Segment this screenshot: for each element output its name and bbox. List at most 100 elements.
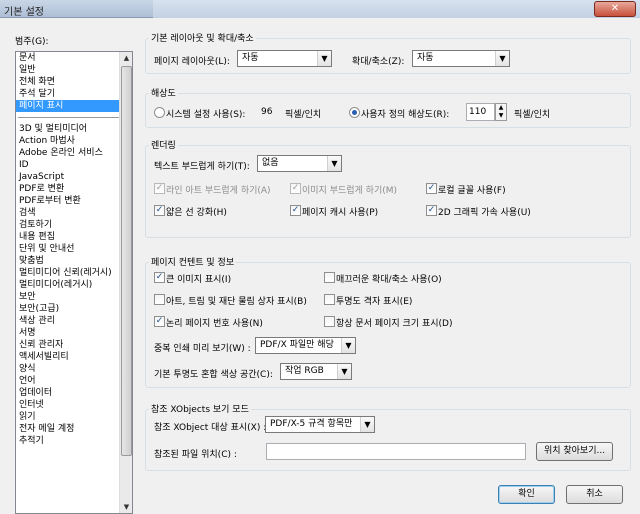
category-group-main: 문서 일반 전체 화면 주석 달기 페이지 표시 bbox=[16, 52, 132, 112]
title-bar-caption-area bbox=[153, 0, 640, 18]
category-item[interactable]: JavaScript bbox=[16, 171, 132, 183]
chevron-down-icon[interactable]: ▼ bbox=[327, 156, 341, 171]
category-item[interactable]: 인터넷 bbox=[16, 399, 132, 411]
file-location-input[interactable] bbox=[266, 443, 526, 460]
xobject-target-label: 참조 XObject 대상 표시(X) : bbox=[154, 423, 267, 433]
category-item[interactable]: PDF로부터 변환 bbox=[16, 195, 132, 207]
resolution-spinner[interactable]: ▲ ▼ bbox=[495, 103, 507, 121]
smooth-text-label: 텍스트 부드럽게 하기(T): bbox=[154, 162, 250, 172]
custom-resolution-radio[interactable] bbox=[349, 107, 360, 118]
page-cache-checkbox[interactable]: ✓ bbox=[290, 205, 301, 216]
smooth-line-art-checkbox[interactable]: ✓ bbox=[154, 183, 165, 194]
category-item[interactable]: 추적기 bbox=[16, 435, 132, 447]
category-item[interactable]: Adobe 온라인 서비스 bbox=[16, 147, 132, 159]
overprint-select[interactable]: PDF/X 파일만 해당 ▼ bbox=[255, 337, 356, 354]
categories-label: 범주(G): bbox=[15, 37, 49, 47]
chevron-down-icon[interactable]: ▼ bbox=[360, 417, 374, 432]
rendering-group-title: 렌더링 bbox=[149, 138, 178, 151]
scroll-down-icon[interactable]: ▼ bbox=[121, 501, 132, 513]
thin-lines-checkbox[interactable]: ✓ bbox=[154, 205, 165, 216]
scroll-up-icon[interactable]: ▲ bbox=[121, 52, 132, 64]
xobjects-group bbox=[145, 409, 631, 471]
smooth-text-select[interactable]: 없음 ▼ bbox=[257, 155, 342, 172]
file-location-label: 참조된 파일 위치(C) : bbox=[154, 450, 237, 460]
art-trim-bleed-checkbox[interactable] bbox=[154, 294, 165, 305]
chevron-down-icon[interactable]: ▼ bbox=[495, 51, 509, 66]
transparency-grid-label: 투명도 격자 표시(E) bbox=[336, 297, 413, 307]
category-item[interactable]: 주석 달기 bbox=[16, 88, 132, 100]
category-item[interactable]: 양식 bbox=[16, 363, 132, 375]
custom-resolution-input[interactable]: 110 bbox=[466, 103, 495, 121]
chevron-down-icon[interactable]: ▼ bbox=[317, 51, 331, 66]
thin-lines-label: 얇은 선 강화(H) bbox=[166, 208, 227, 218]
close-icon[interactable]: ✕ bbox=[594, 1, 636, 17]
category-item[interactable]: 색상 관리 bbox=[16, 315, 132, 327]
chevron-down-icon[interactable]: ▼ bbox=[337, 364, 351, 379]
xobject-target-select[interactable]: PDF/X-5 규격 항목만 ▼ bbox=[265, 416, 375, 433]
category-item[interactable]: 액세서빌리티 bbox=[16, 351, 132, 363]
category-separator bbox=[18, 117, 129, 118]
category-item[interactable]: 멀티미디어 신뢰(레거시) bbox=[16, 267, 132, 279]
zoom-label: 확대/축소(Z): bbox=[352, 57, 405, 67]
category-item[interactable]: 3D 및 멀티미디어 bbox=[16, 123, 132, 135]
category-item[interactable]: 단위 및 안내선 bbox=[16, 243, 132, 255]
transparency-grid-checkbox[interactable] bbox=[324, 294, 335, 305]
category-item[interactable]: 맞춤법 bbox=[16, 255, 132, 267]
zoom-value: 자동 bbox=[417, 53, 434, 63]
category-item[interactable]: 서명 bbox=[16, 327, 132, 339]
category-item[interactable]: 읽기 bbox=[16, 411, 132, 423]
category-item[interactable]: PDF로 변환 bbox=[16, 183, 132, 195]
layout-group-title: 기본 레이아웃 및 확대/축소 bbox=[149, 31, 256, 44]
blend-space-select[interactable]: 작업 RGB ▼ bbox=[280, 363, 352, 380]
large-images-label: 큰 이미지 표시(I) bbox=[166, 275, 232, 285]
custom-resolution-label: 사용자 정의 해상도(R): bbox=[361, 110, 450, 120]
category-scrollbar[interactable]: ▲ ▼ bbox=[119, 52, 132, 513]
chevron-down-icon[interactable]: ▼ bbox=[341, 338, 355, 353]
category-item[interactable]: 문서 bbox=[16, 52, 132, 64]
blend-space-value: 작업 RGB bbox=[285, 366, 324, 376]
category-item[interactable]: 업데이터 bbox=[16, 387, 132, 399]
category-item[interactable]: 전자 메일 계정 bbox=[16, 423, 132, 435]
category-item[interactable]: ID bbox=[16, 159, 132, 171]
category-group-other: 3D 및 멀티미디어 Action 마법사 Adobe 온라인 서비스 ID JavaS… bbox=[16, 123, 132, 447]
system-resolution-value: 96 bbox=[261, 107, 273, 117]
local-fonts-checkbox[interactable]: ✓ bbox=[426, 183, 437, 194]
category-item[interactable]: 언어 bbox=[16, 375, 132, 387]
category-list[interactable]: 문서 일반 전체 화면 주석 달기 페이지 표시 3D 및 멀티미디어 Action 마법… bbox=[15, 51, 133, 514]
smooth-zoom-checkbox[interactable] bbox=[324, 272, 335, 283]
page-layout-value: 자동 bbox=[242, 53, 259, 63]
scroll-thumb[interactable] bbox=[121, 66, 132, 456]
spin-up-icon[interactable]: ▲ bbox=[496, 104, 506, 112]
ok-button[interactable]: 확인 bbox=[498, 485, 555, 504]
blend-space-label: 기본 투명도 혼합 색상 공간(C): bbox=[154, 370, 273, 380]
system-resolution-radio[interactable] bbox=[154, 107, 165, 118]
category-item[interactable]: 보안(고급) bbox=[16, 303, 132, 315]
xobjects-group-title: 참조 XObjects 보기 모드 bbox=[149, 402, 251, 415]
always-doc-page-size-checkbox[interactable] bbox=[324, 316, 335, 327]
browse-location-button[interactable]: 위치 찾아보기... bbox=[536, 442, 613, 461]
zoom-select[interactable]: 자동 ▼ bbox=[412, 50, 510, 67]
category-item[interactable]: 내용 편집 bbox=[16, 231, 132, 243]
cancel-button[interactable]: 취소 bbox=[566, 485, 623, 504]
category-item[interactable]: 페이지 표시 bbox=[16, 100, 132, 112]
category-item[interactable]: 검색 bbox=[16, 207, 132, 219]
category-item[interactable]: 신뢰 관리자 bbox=[16, 339, 132, 351]
spin-down-icon[interactable]: ▼ bbox=[496, 112, 506, 120]
category-item[interactable]: 멀티미디어(레거시) bbox=[16, 279, 132, 291]
art-trim-bleed-label: 아트, 트림 및 재단 물림 상자 표시(B) bbox=[166, 297, 307, 307]
large-images-checkbox[interactable]: ✓ bbox=[154, 272, 165, 283]
gpu-2d-checkbox[interactable]: ✓ bbox=[426, 205, 437, 216]
category-item[interactable]: Action 마법사 bbox=[16, 135, 132, 147]
category-item[interactable]: 검토하기 bbox=[16, 219, 132, 231]
smooth-images-checkbox[interactable]: ✓ bbox=[290, 183, 301, 194]
category-item[interactable]: 보안 bbox=[16, 291, 132, 303]
gpu-2d-label: 2D 그래픽 가속 사용(U) bbox=[438, 208, 531, 218]
logical-page-numbers-checkbox[interactable]: ✓ bbox=[154, 316, 165, 327]
category-item[interactable]: 전체 화면 bbox=[16, 76, 132, 88]
page-layout-select[interactable]: 자동 ▼ bbox=[237, 50, 332, 67]
xobject-target-value: PDF/X-5 규격 항목만 bbox=[270, 419, 353, 429]
category-item[interactable]: 일반 bbox=[16, 64, 132, 76]
custom-resolution-unit: 픽셀/인치 bbox=[514, 110, 551, 120]
system-resolution-unit: 픽셀/인치 bbox=[285, 110, 322, 120]
page-cache-label: 페이지 캐시 사용(P) bbox=[302, 208, 379, 218]
